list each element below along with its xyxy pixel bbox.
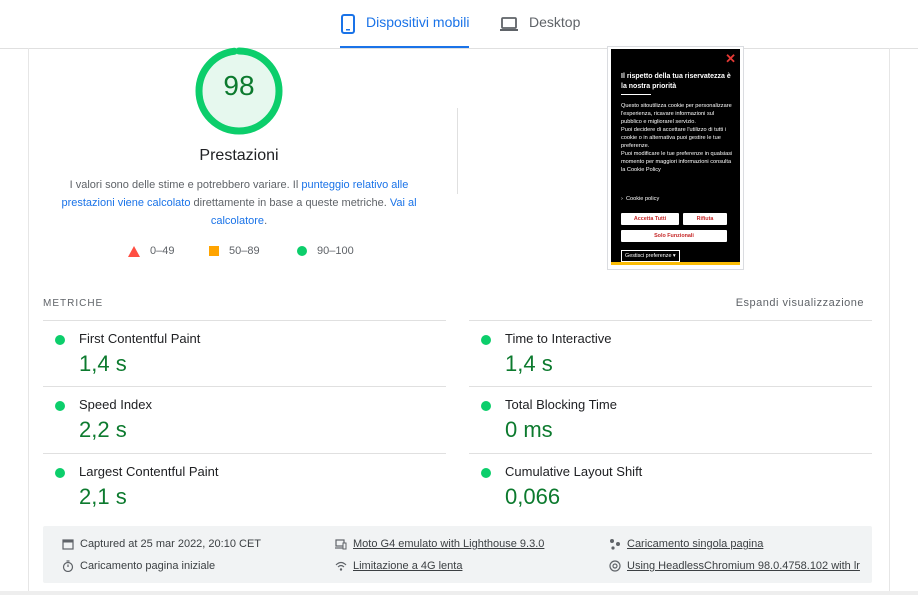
- legend-pass: 90–100: [297, 245, 354, 257]
- manage-preferences-button: Gestisci preferenze ▾: [621, 250, 680, 262]
- square-icon: [209, 246, 219, 256]
- close-icon: ✕: [725, 51, 736, 66]
- pass-circle-icon: [55, 335, 65, 345]
- score-description: I valori sono delle stime e potrebbero v…: [61, 179, 417, 227]
- pass-circle-icon: [55, 401, 65, 411]
- pass-circle-icon: [481, 335, 491, 345]
- metric-speed-index: Speed Index 2,2 s: [43, 386, 446, 453]
- browser-version[interactable]: Using HeadlessChromium 98.0.4758.102 wit…: [609, 560, 860, 572]
- functional-only-button: Solo Funzionali: [621, 230, 727, 242]
- tab-mobile[interactable]: Dispositivi mobili: [340, 14, 470, 48]
- legend-fail: 0–49: [128, 245, 174, 257]
- tab-desktop[interactable]: Desktop: [499, 14, 580, 48]
- chrome-icon: [609, 560, 621, 572]
- metric-time-to-interactive: Time to Interactive 1,4 s: [469, 320, 872, 387]
- cookie-banner-preview: ✕ Il rispetto della tua riservatezza è l…: [611, 49, 740, 265]
- pass-circle-icon: [55, 468, 65, 478]
- reject-button: Rifiuta: [683, 213, 727, 225]
- wifi-icon: [335, 561, 347, 571]
- accept-all-button: Accetta Tutti: [621, 213, 679, 225]
- metric-largest-contentful-paint: Largest Contentful Paint 2,1 s: [43, 453, 446, 520]
- emulated-device[interactable]: Moto G4 emulato with Lighthouse 9.3.0: [335, 538, 544, 550]
- cookie-policy-link: › Cookie policy: [621, 196, 660, 202]
- legend-average: 50–89: [209, 245, 260, 257]
- pass-circle-icon: [481, 401, 491, 411]
- triangle-icon: [128, 245, 140, 257]
- performance-score-label: Prestazioni: [199, 147, 279, 164]
- nodes-icon: [610, 539, 620, 550]
- timer-icon: [62, 560, 74, 572]
- laptop-icon: [500, 17, 518, 31]
- phone-icon: [341, 14, 355, 34]
- performance-score-value: 98: [223, 70, 255, 101]
- tab-desktop-label: Desktop: [529, 14, 581, 30]
- network-throttling[interactable]: Limitazione a 4G lenta: [335, 560, 462, 572]
- metrics-heading: METRICHE: [43, 298, 104, 309]
- expand-view-toggle[interactable]: Espandi visualizzazione: [736, 297, 864, 309]
- metric-total-blocking-time: Total Blocking Time 0 ms: [469, 386, 872, 453]
- circle-icon: [297, 246, 307, 256]
- calendar-icon: [62, 539, 74, 550]
- pass-circle-icon: [481, 468, 491, 478]
- metric-first-contentful-paint: First Contentful Paint 1,4 s: [43, 320, 446, 387]
- captured-at: Captured at 25 mar 2022, 20:10 CET: [62, 538, 261, 550]
- devices-icon: [335, 539, 347, 550]
- tab-mobile-label: Dispositivi mobili: [366, 14, 470, 30]
- page-bottom-edge: [0, 591, 918, 595]
- section-divider: [457, 108, 458, 194]
- final-screenshot[interactable]: ✕ Il rispetto della tua riservatezza è l…: [607, 46, 744, 270]
- metric-cumulative-layout-shift: Cumulative Layout Shift 0,066: [469, 453, 872, 520]
- runtime-settings: Captured at 25 mar 2022, 20:10 CET Caric…: [43, 526, 872, 583]
- report-tabs-bar: Dispositivi mobili Desktop: [0, 0, 918, 49]
- divider: [621, 94, 651, 95]
- initial-page-load: Caricamento pagina iniziale: [62, 560, 215, 572]
- single-page-load[interactable]: Caricamento singola pagina: [609, 538, 763, 550]
- cookie-text: Questo sitoutilizza cookie per personali…: [621, 103, 733, 173]
